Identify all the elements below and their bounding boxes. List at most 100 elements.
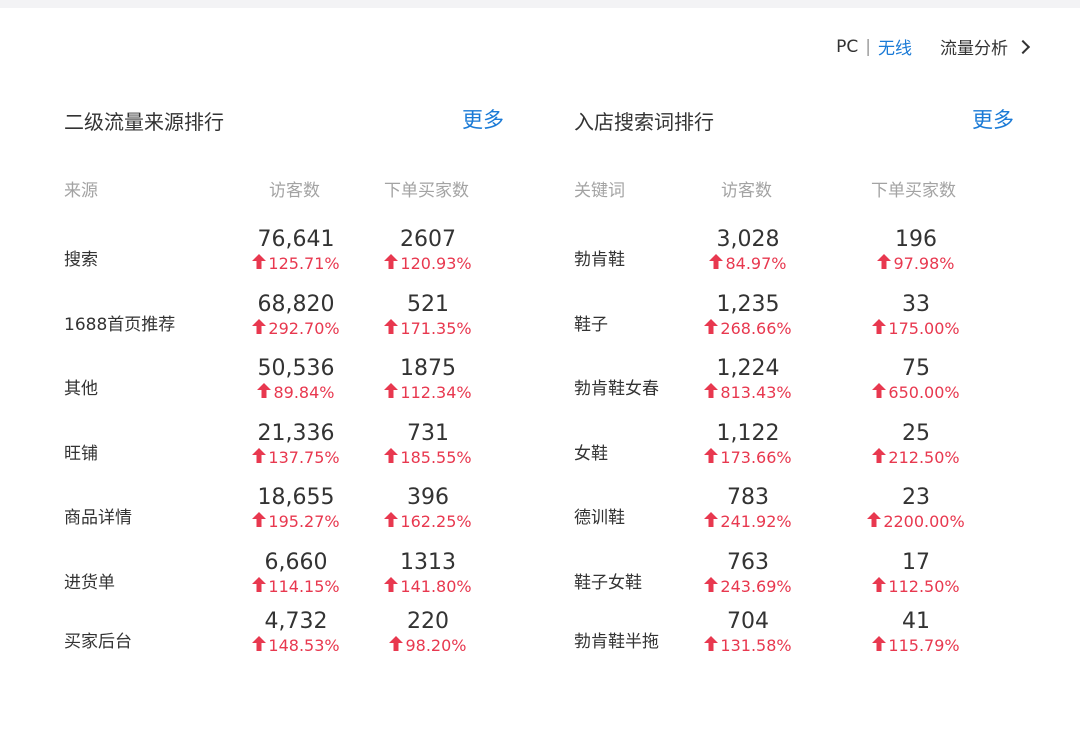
col-header-buyers: 下单买家数	[384, 181, 469, 201]
table-row: 鞋子女鞋 763 243.69% 17 112.50%	[574, 549, 1014, 609]
col-header-visitors: 访客数	[721, 181, 772, 201]
buyers-change-value: 112.34%	[400, 383, 472, 402]
arrow-up-icon	[704, 319, 720, 339]
visitors-cell: 21,336 137.75%	[231, 420, 361, 468]
buyers-cell: 25 212.50%	[851, 420, 981, 468]
visitors-change-value: 137.75%	[268, 448, 340, 467]
row-label: 德训鞋	[574, 508, 625, 528]
row-label: 鞋子女鞋	[574, 573, 642, 593]
more-link[interactable]: 更多	[462, 104, 504, 134]
visitors-change: 268.66%	[683, 319, 813, 339]
buyers-change-value: 162.25%	[400, 512, 472, 531]
row-label: 进货单	[64, 573, 115, 593]
visitors-change: 131.58%	[683, 636, 813, 656]
visitors-value: 50,536	[257, 356, 335, 381]
visitors-value: 783	[727, 485, 769, 510]
more-link[interactable]: 更多	[972, 104, 1014, 134]
visitors-value: 6,660	[264, 550, 328, 575]
buyers-cell: 41 115.79%	[851, 608, 981, 656]
visitors-cell: 704 131.58%	[683, 608, 813, 656]
arrow-up-icon	[384, 254, 400, 274]
table-row: 旺铺 21,336 137.75% 731 185.55%	[64, 420, 504, 480]
buyers-value: 17	[902, 550, 930, 575]
row-label: 旺铺	[64, 444, 98, 464]
arrow-up-icon	[877, 254, 893, 274]
buyers-change: 97.98%	[851, 254, 981, 274]
visitors-change: 84.97%	[683, 254, 813, 274]
arrow-up-icon	[384, 319, 400, 339]
buyers-change: 650.00%	[851, 383, 981, 403]
buyers-change: 185.55%	[363, 448, 493, 468]
buyers-cell: 2607 120.93%	[363, 226, 493, 274]
buyers-change: 115.79%	[851, 636, 981, 656]
buyers-change: 171.35%	[363, 319, 493, 339]
buyers-change-value: 185.55%	[400, 448, 472, 467]
toggle-separator: |	[865, 36, 871, 57]
row-label: 买家后台	[64, 632, 132, 652]
buyers-value: 1313	[400, 550, 456, 575]
panel-title: 二级流量来源排行	[64, 110, 224, 134]
table-row: 德训鞋 783 241.92% 23 2200.00%	[574, 484, 1014, 544]
traffic-analysis-label: 流量分析	[940, 39, 1008, 59]
col-header-source: 来源	[64, 181, 98, 201]
visitors-cell: 50,536 89.84%	[231, 355, 361, 403]
visitors-change-value: 173.66%	[720, 448, 792, 467]
buyers-value: 1875	[400, 356, 456, 381]
buyers-change-value: 2200.00%	[883, 512, 965, 531]
visitors-change-value: 148.53%	[268, 636, 340, 655]
table-row: 勃肯鞋 3,028 84.97% 196 97.98%	[574, 226, 1014, 286]
table-row: 商品详情 18,655 195.27% 396 162.25%	[64, 484, 504, 544]
traffic-analysis-link[interactable]: 流量分析	[940, 34, 1031, 59]
row-label: 1688首页推荐	[64, 315, 176, 335]
visitors-value: 18,655	[257, 485, 335, 510]
buyers-value: 396	[407, 485, 449, 510]
visitors-value: 76,641	[257, 227, 335, 252]
visitors-change: 125.71%	[231, 254, 361, 274]
panel-traffic-source: 二级流量来源排行 更多 来源 访客数 下单买家数 搜索 76,641 125.71%…	[64, 98, 504, 655]
arrow-up-icon	[704, 448, 720, 468]
row-label: 女鞋	[574, 444, 608, 464]
visitors-change-value: 114.15%	[268, 577, 340, 596]
buyers-change: 141.80%	[363, 577, 493, 597]
buyers-value: 25	[902, 421, 930, 446]
visitors-cell: 4,732 148.53%	[231, 608, 361, 656]
visitors-cell: 76,641 125.71%	[231, 226, 361, 274]
buyers-change-value: 212.50%	[888, 448, 960, 467]
visitors-change: 137.75%	[231, 448, 361, 468]
buyers-change: 175.00%	[851, 319, 981, 339]
arrow-up-icon	[704, 636, 720, 656]
buyers-change-value: 97.98%	[893, 254, 955, 273]
visitors-change-value: 268.66%	[720, 319, 792, 338]
arrow-up-icon	[704, 383, 720, 403]
arrow-up-icon	[872, 577, 888, 597]
arrow-up-icon	[704, 512, 720, 532]
visitors-cell: 1,122 173.66%	[683, 420, 813, 468]
visitors-change-value: 131.58%	[720, 636, 792, 655]
table-row: 鞋子 1,235 268.66% 33 175.00%	[574, 291, 1014, 351]
chevron-right-icon	[1015, 39, 1031, 55]
arrow-up-icon	[252, 512, 268, 532]
visitors-change-value: 125.71%	[268, 254, 340, 273]
visitors-change-value: 241.92%	[720, 512, 792, 531]
buyers-cell: 220 98.20%	[363, 608, 493, 656]
arrow-up-icon	[384, 512, 400, 532]
buyers-cell: 196 97.98%	[851, 226, 981, 274]
col-header-keyword: 关键词	[574, 181, 625, 201]
row-label: 鞋子	[574, 315, 608, 335]
buyers-change: 2200.00%	[851, 512, 981, 532]
buyers-value: 196	[895, 227, 937, 252]
table-row: 搜索 76,641 125.71% 2607 120.93%	[64, 226, 504, 286]
buyers-change: 112.34%	[363, 383, 493, 403]
visitors-cell: 1,235 268.66%	[683, 291, 813, 339]
pc-toggle[interactable]: PC	[836, 37, 858, 57]
visitors-change-value: 195.27%	[268, 512, 340, 531]
visitors-change-value: 292.70%	[268, 319, 340, 338]
arrow-up-icon	[252, 577, 268, 597]
visitors-value: 4,732	[264, 609, 328, 634]
visitors-change: 114.15%	[231, 577, 361, 597]
wireless-toggle[interactable]: 无线	[878, 34, 912, 59]
arrow-up-icon	[252, 319, 268, 339]
col-header-buyers: 下单买家数	[871, 181, 956, 201]
visitors-cell: 68,820 292.70%	[231, 291, 361, 339]
visitors-value: 1,122	[716, 421, 780, 446]
